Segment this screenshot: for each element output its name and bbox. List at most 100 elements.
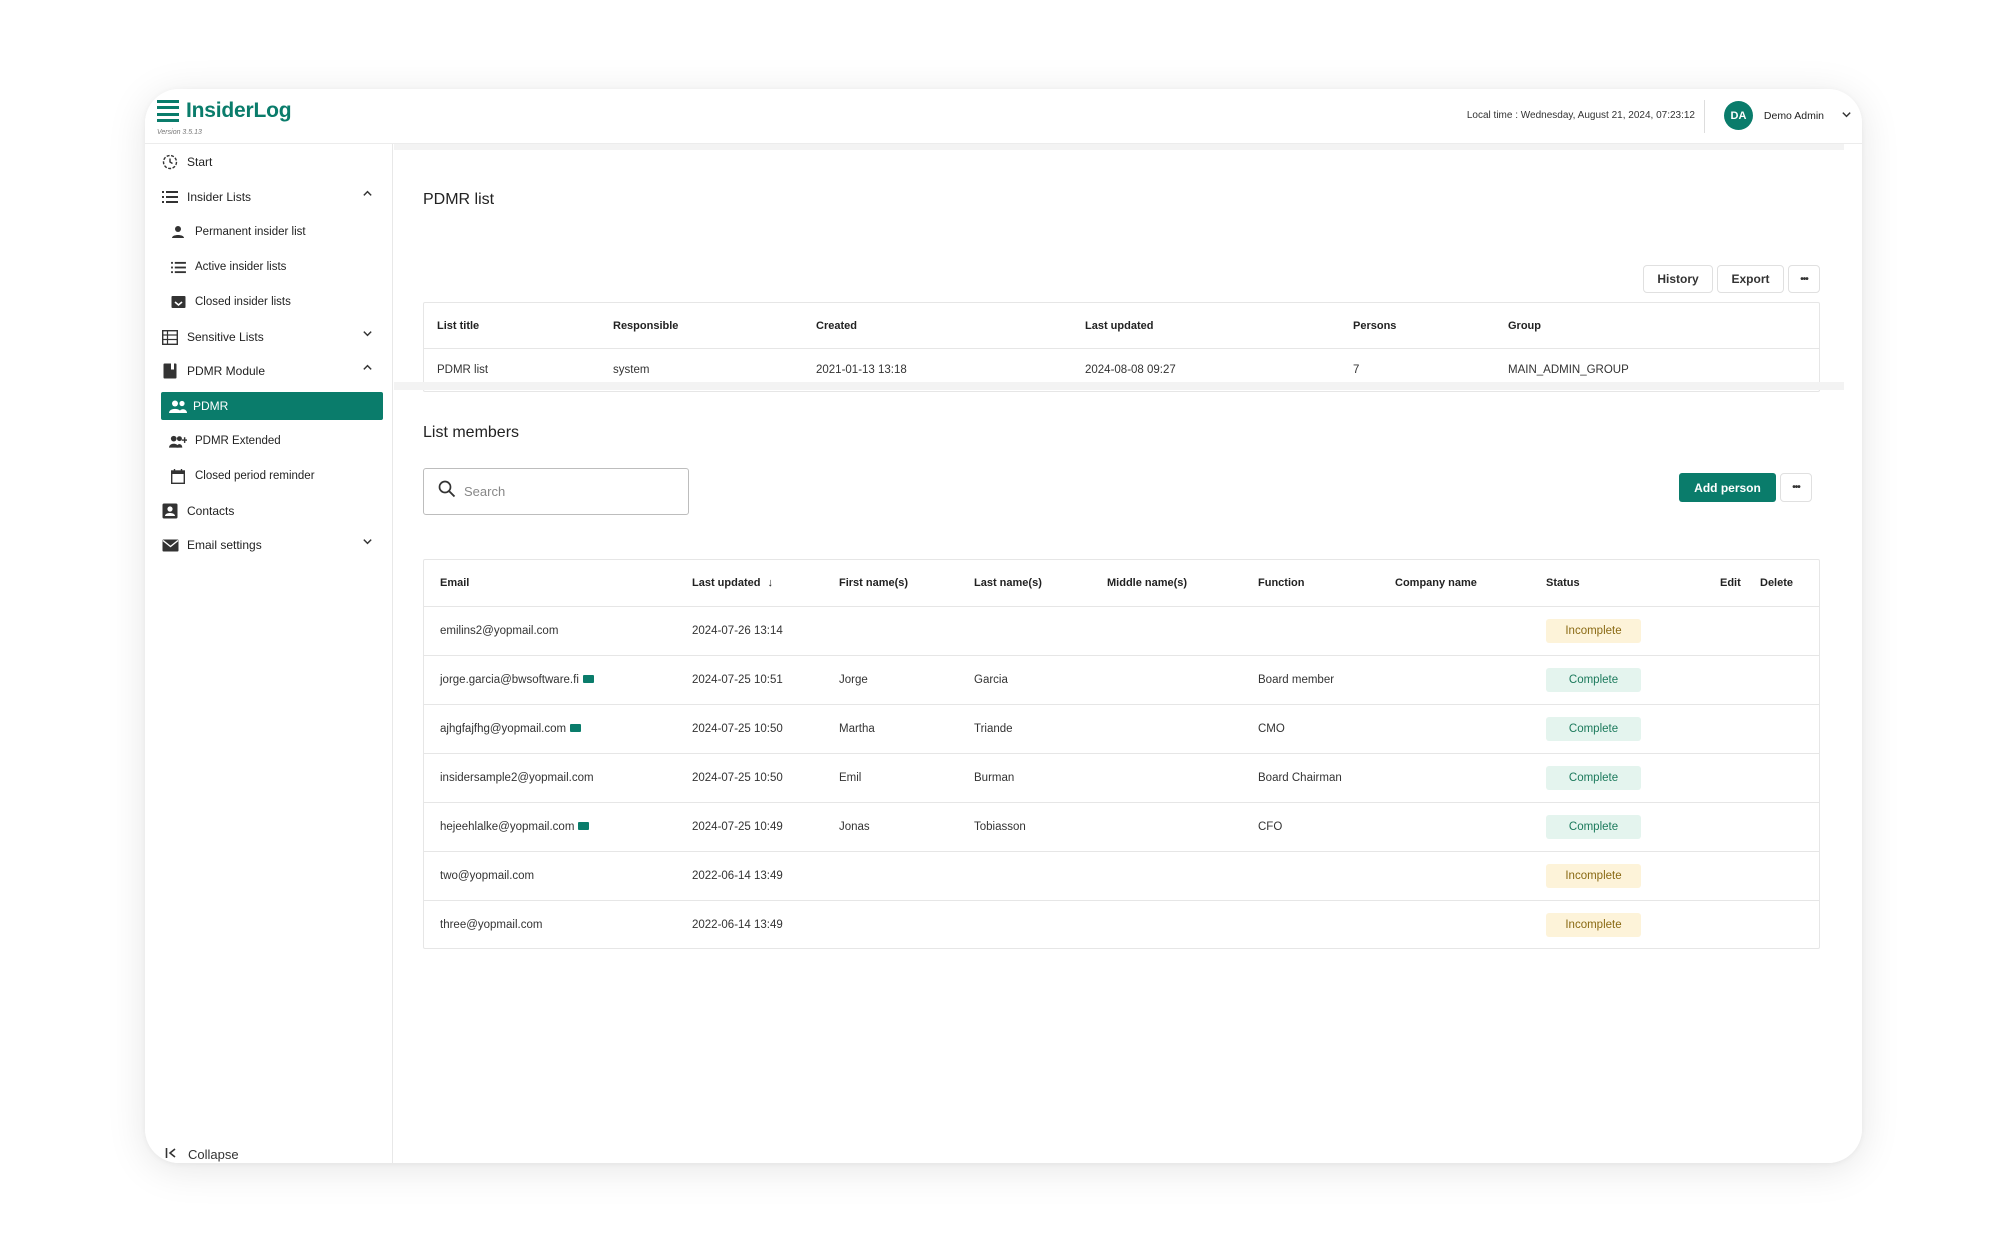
cell-created: 2021-01-13 13:18: [816, 364, 907, 376]
col-header-list-title: List title: [437, 320, 480, 332]
sidebar-item-label: Closed insider lists: [195, 296, 291, 308]
sidebar-item-start[interactable]: Start: [161, 148, 383, 176]
sidebar-item-email-settings[interactable]: Email settings: [161, 531, 383, 559]
logo[interactable]: InsiderLog: [157, 99, 292, 123]
table-row[interactable]: two@yopmail.com 2022-06-14 13:49 Incomplet…: [424, 852, 1819, 901]
sidebar-item-permanent-insider-list[interactable]: Permanent insider list: [169, 218, 383, 246]
add-person-button[interactable]: Add person: [1679, 473, 1776, 502]
email-text: insidersample2@yopmail.com: [440, 772, 594, 784]
col-header-last-names[interactable]: Last name(s): [974, 577, 1042, 589]
cell-persons: 7: [1353, 364, 1360, 376]
cell-last-name: Triande: [974, 723, 1013, 735]
collapse-label: Collapse: [188, 1147, 239, 1162]
sidebar-item-label: PDMR Module: [187, 364, 266, 378]
sidebar-item-sensitive-lists[interactable]: Sensitive Lists: [161, 323, 383, 351]
email-text: two@yopmail.com: [440, 870, 535, 882]
search-input[interactable]: [464, 484, 664, 499]
cell-function: CMO: [1258, 723, 1285, 735]
col-header-group: Group: [1508, 320, 1541, 332]
search-field[interactable]: [423, 468, 689, 515]
chevron-down-icon[interactable]: [1841, 108, 1852, 123]
export-button[interactable]: Export: [1717, 265, 1784, 293]
sidebar-item-pdmr-module[interactable]: PDMR Module: [161, 357, 383, 385]
archive-icon: [169, 293, 187, 311]
sidebar-item-label: PDMR Extended: [195, 435, 281, 447]
cell-email: three@yopmail.com: [440, 919, 542, 931]
cell-group: MAIN_ADMIN_GROUP: [1508, 364, 1629, 376]
cell-email: hejeehlalke@yopmail.com: [440, 821, 590, 833]
history-button[interactable]: History: [1643, 265, 1713, 293]
sidebar-item-contacts[interactable]: Contacts: [161, 497, 383, 525]
logo-icon: [157, 100, 179, 122]
status-badge: Incomplete: [1546, 619, 1641, 643]
user-name[interactable]: Demo Admin: [1764, 110, 1824, 122]
col-header-middle-names[interactable]: Middle name(s): [1107, 577, 1187, 589]
cell-email: emilins2@yopmail.com: [440, 625, 558, 637]
table-row[interactable]: insidersample2@yopmail.com 2024-07-25 10:…: [424, 754, 1819, 803]
sidebar-item-label: Contacts: [187, 504, 235, 518]
sidebar-item-label: Email settings: [187, 538, 262, 552]
col-header-function[interactable]: Function: [1258, 577, 1304, 589]
table-row[interactable]: emilins2@yopmail.com 2024-07-26 13:14 Inco…: [424, 607, 1819, 656]
col-header-status[interactable]: Status: [1546, 577, 1580, 589]
table-row[interactable]: hejeehlalke@yopmail.com 2024-07-25 10:49 J…: [424, 803, 1819, 852]
avatar[interactable]: DA: [1724, 101, 1753, 130]
col-header-last-updated[interactable]: Last updated ↓: [692, 577, 773, 589]
version-label: Version 3.5.13: [157, 129, 202, 136]
chevron-down-icon: [362, 328, 373, 342]
cell-last-updated: 2022-06-14 13:49: [692, 919, 783, 931]
col-header-company-name[interactable]: Company name: [1395, 577, 1477, 589]
collapse-left-icon: [165, 1147, 178, 1162]
table-header-row: Email Last updated ↓ First name(s) Last …: [424, 560, 1819, 607]
list-icon: [161, 188, 179, 206]
sidebar-item-closed-insider-lists[interactable]: Closed insider lists: [169, 288, 383, 316]
sidebar-item-label: Active insider lists: [195, 261, 287, 273]
collapse-button[interactable]: Collapse: [165, 1147, 239, 1162]
people-icon: [169, 397, 187, 415]
status-badge: Complete: [1546, 815, 1641, 839]
sidebar-item-insider-lists[interactable]: Insider Lists: [161, 183, 383, 211]
members-more-options-button[interactable]: •••: [1780, 473, 1812, 502]
cell-function: Board Chairman: [1258, 772, 1342, 784]
sidebar-item-label: PDMR: [193, 399, 229, 413]
email-text: hejeehlalke@yopmail.com: [440, 821, 575, 833]
col-header-email[interactable]: Email: [440, 577, 469, 589]
calendar-icon: [169, 467, 187, 485]
sidebar-item-active-insider-lists[interactable]: Active insider lists: [169, 253, 383, 281]
table-row[interactable]: ajhgfajfhg@yopmail.com 2024-07-25 10:50 Ma…: [424, 705, 1819, 754]
sort-descending-icon: ↓: [767, 577, 774, 589]
table-row[interactable]: three@yopmail.com 2022-06-14 13:49 Incompl…: [424, 901, 1819, 950]
top-bar: InsiderLog Version 3.5.13 Local time : W…: [145, 89, 1862, 144]
sidebar-item-label: Sensitive Lists: [187, 330, 264, 344]
cell-last-name: Burman: [974, 772, 1015, 784]
col-header-last-updated-label: Last updated: [692, 577, 761, 589]
cell-last-name: Garcia: [974, 674, 1008, 686]
sidebar-item-label: Start: [187, 155, 213, 169]
list-icon: [169, 258, 187, 276]
sidebar-item-label: Permanent insider list: [195, 226, 306, 238]
cell-responsible: system: [613, 364, 650, 376]
col-header-created: Created: [816, 320, 857, 332]
search-icon: [438, 480, 456, 503]
logo-text: InsiderLog: [186, 99, 292, 122]
sidebar-item-pdmr[interactable]: PDMR: [161, 392, 383, 420]
envelope-icon: [161, 536, 179, 554]
col-header-responsible: Responsible: [613, 320, 679, 332]
top-band: [394, 144, 1844, 150]
clock-icon: [161, 153, 179, 171]
main-content: PDMR list History Export ••• List title …: [394, 144, 1862, 1163]
cell-first-name: Jorge: [839, 674, 868, 686]
more-options-button[interactable]: •••: [1788, 265, 1820, 293]
cell-email: two@yopmail.com: [440, 870, 534, 882]
status-badge: Complete: [1546, 766, 1641, 790]
sidebar-item-closed-period-reminder[interactable]: Closed period reminder: [169, 462, 383, 490]
cell-function: CFO: [1258, 821, 1283, 833]
table-row[interactable]: jorge.garcia@bwsoftware.fi 2024-07-25 10:…: [424, 656, 1819, 705]
sidebar-item-pdmr-extended[interactable]: PDMR Extended: [169, 427, 383, 455]
col-header-first-names[interactable]: First name(s): [839, 577, 908, 589]
cell-email: jorge.garcia@bwsoftware.fi: [440, 674, 594, 686]
table-header-row: List title Responsible Created Last upda…: [424, 303, 1819, 349]
cell-first-name: Jonas: [839, 821, 870, 833]
status-badge: Incomplete: [1546, 864, 1641, 888]
status-badge: Incomplete: [1546, 913, 1641, 937]
